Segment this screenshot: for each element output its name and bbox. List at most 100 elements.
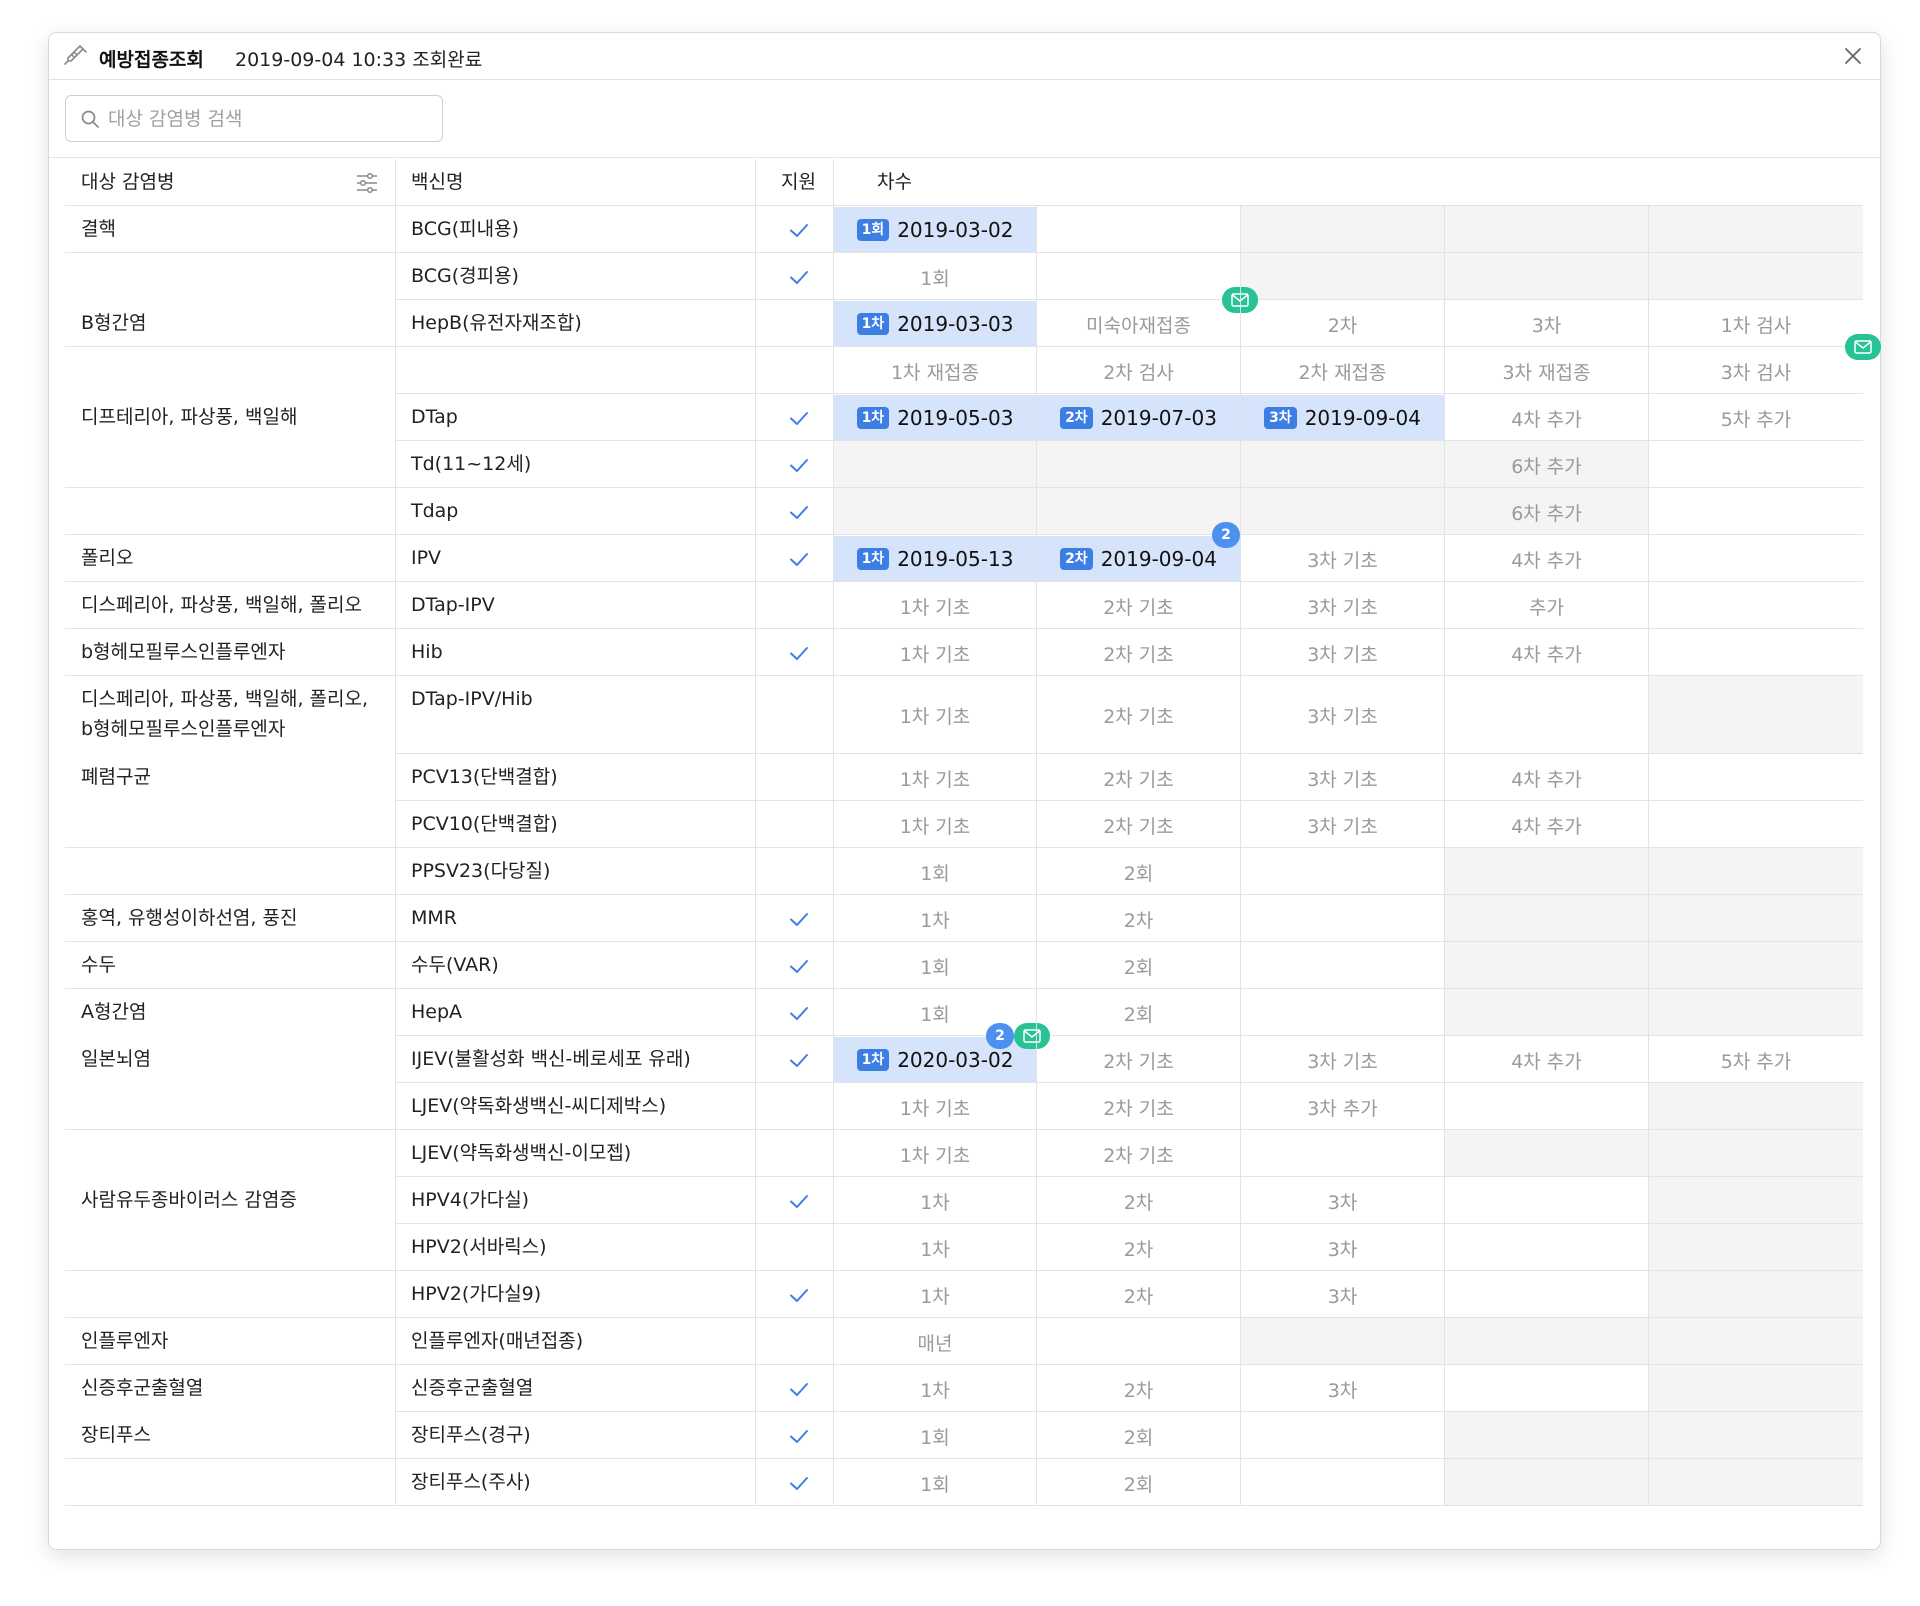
dose-cell[interactable]: 5차 추가 bbox=[1649, 1037, 1863, 1083]
dose-cell[interactable]: 1차 bbox=[834, 1225, 1036, 1271]
dose-cell[interactable]: 2차 기초 bbox=[1037, 1084, 1240, 1130]
dose-number-badge: 1회 bbox=[856, 219, 890, 241]
dose-cell[interactable]: 2차 bbox=[1241, 301, 1444, 347]
dose-cell[interactable]: 1차 기초 bbox=[834, 583, 1036, 629]
dose-cell[interactable]: 2회 bbox=[1037, 1460, 1240, 1506]
disease-name: 인플루엔자 bbox=[81, 1326, 168, 1356]
dose-cell[interactable]: 6차 추가 bbox=[1445, 442, 1648, 488]
dose-cell[interactable]: 1차 기초 bbox=[834, 630, 1036, 676]
dose-cell[interactable]: 2차 기초 bbox=[1037, 755, 1240, 801]
dose-cell[interactable]: 1차 bbox=[834, 1366, 1036, 1412]
dose-cell[interactable]: 4차 추가 bbox=[1445, 630, 1648, 676]
dose-cell[interactable]: 1차 기초 bbox=[834, 677, 1036, 754]
dose-cell[interactable]: 추가 bbox=[1445, 583, 1648, 629]
dose-cell[interactable]: 2차 기초 bbox=[1037, 677, 1240, 754]
disease-name: 홍역, 유행성이하선염, 풍진 bbox=[81, 903, 297, 933]
close-icon[interactable] bbox=[1840, 43, 1866, 69]
dose-cell[interactable]: 2차 bbox=[1037, 1178, 1240, 1224]
dose-cell[interactable]: 6차 추가 bbox=[1445, 489, 1648, 535]
dose-cell[interactable]: 1회 bbox=[834, 1413, 1036, 1459]
dose-cell-completed[interactable]: 1차 2019-05-13 bbox=[834, 536, 1036, 582]
dose-cell[interactable]: 2차 bbox=[1037, 1366, 1240, 1412]
dose-number-badge: 1차 bbox=[856, 548, 890, 570]
dose-cell[interactable]: 3차 기초 bbox=[1241, 536, 1444, 582]
dose-cell[interactable]: 1차 기초 bbox=[834, 1084, 1036, 1130]
dose-cell[interactable]: 4차 추가 bbox=[1445, 802, 1648, 848]
empty-dose-area bbox=[1240, 1318, 1863, 1365]
dose-cell[interactable]: 1차 기초 bbox=[834, 802, 1036, 848]
dose-cell-completed[interactable]: 2차 2019-09-04 bbox=[1037, 536, 1240, 582]
dose-cell[interactable]: 매년 bbox=[834, 1319, 1036, 1365]
filter-settings-icon[interactable] bbox=[355, 171, 379, 195]
dose-cell-completed[interactable]: 2차 2019-07-03 bbox=[1037, 395, 1240, 441]
dose-cell[interactable]: 3차 기초 bbox=[1241, 802, 1444, 848]
dose-cell[interactable]: 3차 bbox=[1445, 301, 1648, 347]
dose-cell[interactable]: 1차 bbox=[834, 896, 1036, 942]
dose-cell[interactable]: 4차 추가 bbox=[1445, 536, 1648, 582]
dose-cell[interactable]: 3차 bbox=[1241, 1366, 1444, 1412]
dose-cell[interactable]: 1회 bbox=[834, 254, 1036, 300]
column-divider bbox=[833, 159, 834, 1506]
mail-notification-badge[interactable] bbox=[1845, 334, 1881, 360]
dose-cell-completed[interactable]: 1차 2019-05-03 bbox=[834, 395, 1036, 441]
dose-cell[interactable]: 2차 bbox=[1037, 896, 1240, 942]
dose-cell[interactable]: 2차 기초 bbox=[1037, 630, 1240, 676]
dose-cell[interactable]: 1차 재접종 bbox=[834, 348, 1036, 394]
dose-cell[interactable]: 2차 bbox=[1037, 1272, 1240, 1318]
dose-number-badge: 1차 bbox=[856, 407, 890, 429]
dose-cell[interactable]: 3차 추가 bbox=[1241, 1084, 1444, 1130]
dose-cell[interactable]: 3차 기초 bbox=[1241, 755, 1444, 801]
dose-cell[interactable]: 2차 bbox=[1037, 1225, 1240, 1271]
dose-cell[interactable]: 2차 기초 bbox=[1037, 802, 1240, 848]
vaccine-name: PCV10(단백결합) bbox=[411, 813, 558, 835]
dose-cell[interactable]: 1회 bbox=[834, 1460, 1036, 1506]
dose-cell[interactable]: 3차 검사 bbox=[1649, 348, 1863, 394]
dose-column-divider bbox=[1648, 206, 1649, 1506]
dose-cell[interactable]: 1회 bbox=[834, 849, 1036, 895]
dose-cell[interactable]: 1차 검사 bbox=[1649, 301, 1863, 347]
disease-name-line: 일본뇌염 bbox=[81, 1048, 151, 1070]
vaccine-name: DTap-IPV bbox=[411, 594, 495, 616]
dose-cell[interactable]: 4차 추가 bbox=[1445, 1037, 1648, 1083]
window-title: 예방접종조회 bbox=[99, 49, 204, 71]
dose-cell[interactable]: 3차 기초 bbox=[1241, 677, 1444, 754]
dose-cell[interactable]: 2차 재접종 bbox=[1241, 348, 1444, 394]
dose-cell[interactable]: 3차 bbox=[1241, 1225, 1444, 1271]
dose-cell[interactable]: 1차 기초 bbox=[834, 755, 1036, 801]
dose-cell[interactable]: 1차 bbox=[834, 1272, 1036, 1318]
dose-cell[interactable]: 3차 bbox=[1241, 1272, 1444, 1318]
disease-name: 폐렴구균 bbox=[81, 762, 151, 792]
dose-cell[interactable]: 2차 기초 bbox=[1037, 1131, 1240, 1177]
dose-cell[interactable]: 2차 기초 bbox=[1037, 1037, 1240, 1083]
dose-cell[interactable]: 3차 기초 bbox=[1241, 583, 1444, 629]
vaccine-name: IJEV(불활성화 백신-베로세포 유래) bbox=[411, 1048, 691, 1070]
dose-cell[interactable]: 3차 기초 bbox=[1241, 1037, 1444, 1083]
dose-cell[interactable]: 2회 bbox=[1037, 943, 1240, 989]
dose-cell[interactable]: 1차 bbox=[834, 1178, 1036, 1224]
disease-name-line: b형헤모필루스인플루엔자 bbox=[81, 718, 286, 740]
disease-name: 디스페리아, 파상풍, 백일해, 폴리오 bbox=[81, 590, 362, 620]
dose-cell[interactable]: 1회 bbox=[834, 943, 1036, 989]
check-icon bbox=[790, 1430, 808, 1443]
count-badge: 2 bbox=[1212, 522, 1240, 548]
dose-cell[interactable]: 3차 bbox=[1241, 1178, 1444, 1224]
dose-cell[interactable]: 4차 추가 bbox=[1445, 755, 1648, 801]
dose-cell[interactable]: 2차 검사 bbox=[1037, 348, 1240, 394]
dose-cell[interactable]: 5차 추가 bbox=[1649, 395, 1863, 441]
dose-cell[interactable]: 2차 기초 bbox=[1037, 583, 1240, 629]
dose-cell[interactable]: 4차 추가 bbox=[1445, 395, 1648, 441]
dose-cell[interactable]: 3차 기초 bbox=[1241, 630, 1444, 676]
dose-cell-completed[interactable]: 3차 2019-09-04 bbox=[1241, 395, 1444, 441]
search-divider bbox=[49, 157, 1880, 158]
dose-cell[interactable]: 2회 bbox=[1037, 1413, 1240, 1459]
dose-cell[interactable]: 1차 기초 bbox=[834, 1131, 1036, 1177]
dose-cell-completed[interactable]: 1회 2019-03-02 bbox=[834, 207, 1036, 253]
dose-cell[interactable]: 2회 bbox=[1037, 849, 1240, 895]
column-header-vaccine: 백신명 bbox=[411, 171, 464, 193]
search-box[interactable] bbox=[65, 95, 443, 142]
dose-cell-completed[interactable]: 1차 2019-03-03 bbox=[834, 301, 1036, 347]
dose-cell[interactable]: 2회 bbox=[1037, 990, 1240, 1036]
search-input[interactable] bbox=[108, 104, 428, 134]
dose-cell[interactable]: 미숙아재접종 bbox=[1037, 301, 1240, 347]
dose-cell[interactable]: 3차 재접종 bbox=[1445, 348, 1648, 394]
